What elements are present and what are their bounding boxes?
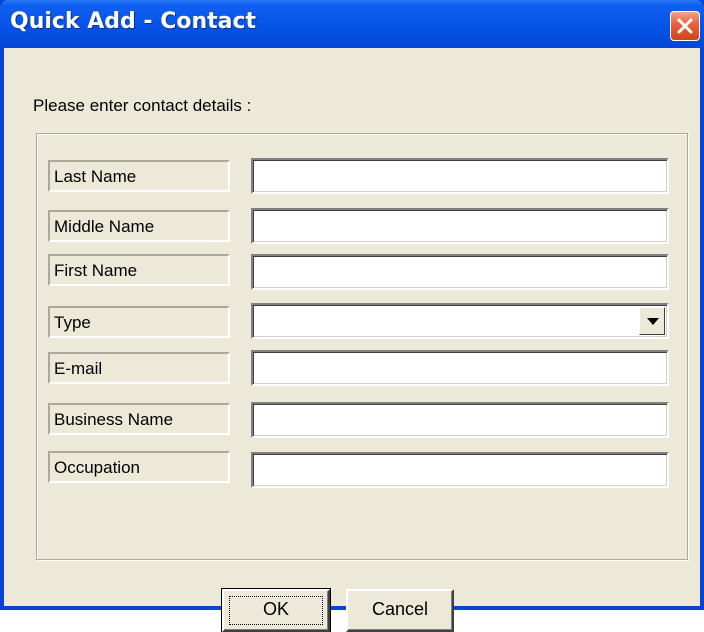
email-input[interactable]	[251, 350, 669, 386]
focus-rectangle	[229, 596, 323, 625]
last-name-input[interactable]	[251, 158, 669, 194]
business-name-label: Business Name	[48, 403, 230, 435]
middle-name-input[interactable]	[251, 208, 669, 244]
chevron-down-icon	[647, 318, 659, 325]
instruction-text: Please enter contact details :	[33, 96, 252, 115]
type-dropdown-button[interactable]	[639, 307, 665, 335]
type-dropdown[interactable]	[251, 303, 669, 339]
occupation-input[interactable]	[251, 452, 669, 488]
middle-name-label: Middle Name	[48, 210, 230, 242]
dialog-client-area: Please enter contact details : Last Name…	[4, 48, 700, 632]
close-icon	[677, 18, 693, 34]
first-name-input[interactable]	[251, 254, 669, 290]
title-bar[interactable]: Quick Add - Contact	[0, 0, 704, 48]
ok-button[interactable]: OK	[221, 588, 331, 632]
contact-fields-group	[36, 133, 688, 560]
type-label: Type	[48, 306, 230, 338]
dialog-window: Quick Add - Contact Please enter contact…	[0, 0, 704, 632]
window-title: Quick Add - Contact	[10, 9, 257, 34]
cancel-button-label: Cancel	[371, 599, 429, 619]
last-name-label: Last Name	[48, 160, 230, 192]
business-name-input[interactable]	[251, 402, 669, 438]
email-label: E-mail	[48, 352, 230, 384]
cancel-button[interactable]: Cancel	[346, 589, 454, 632]
close-button[interactable]	[670, 11, 700, 41]
first-name-label: First Name	[48, 254, 230, 286]
occupation-label: Occupation	[48, 451, 230, 483]
